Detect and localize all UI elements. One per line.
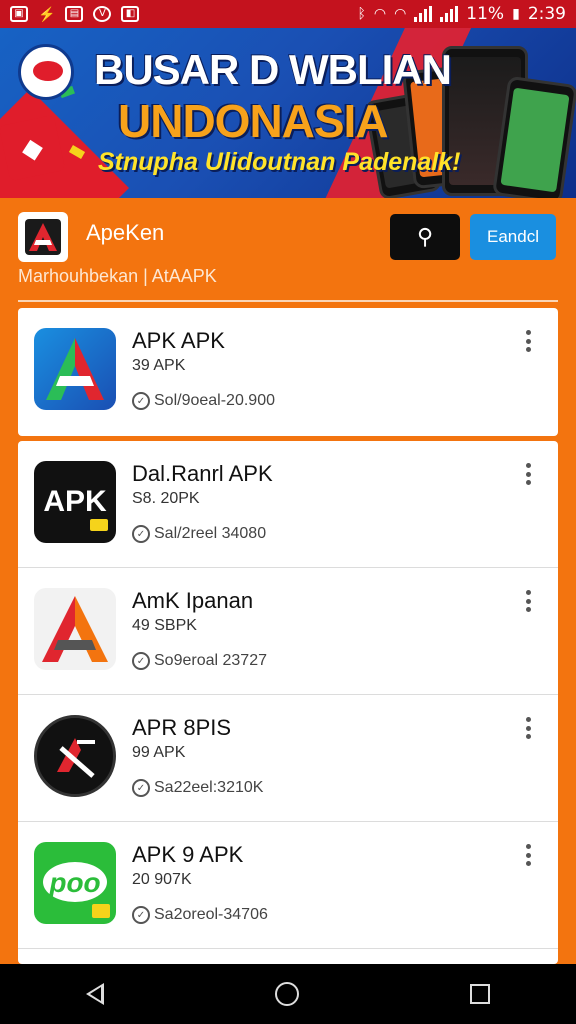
list-item[interactable]: APK APK 39 APK ✓ Sol/9oeal-20.900 [18, 308, 558, 436]
banner-tile-icon: ◆ [0, 114, 66, 182]
app-meta: ✓ Sa22eel:3210K [132, 779, 263, 797]
system-nav-bar [0, 964, 576, 1024]
verified-icon: ✓ [132, 652, 150, 670]
banner-subtitle: Stnupha Ulidoutnan Padenalk! [98, 148, 461, 176]
app-meta: ✓ Sa2oreol-34706 [132, 906, 268, 924]
list-item[interactable]: poo APK 9 APK 20 907K ✓ Sa2oreol-34706 [18, 822, 558, 949]
app-icon: APK [34, 461, 116, 543]
app-card[interactable]: APK APK 39 APK ✓ Sol/9oeal-20.900 [18, 308, 558, 436]
header-subtitle: Marhouhbekan | AtAAPK [18, 266, 217, 286]
bluetooth-icon: ᛒ [357, 6, 366, 22]
verified-icon: ✓ [132, 779, 150, 797]
clock: 2:39 [527, 4, 566, 24]
more-options-icon[interactable] [522, 463, 534, 485]
app-title: APK 9 APK [132, 842, 244, 867]
vibrate-icon: V [93, 6, 112, 22]
app-title: Dal.Ranrl APK [132, 461, 273, 486]
banner-title: BUSAR D WBLIAN [94, 46, 452, 93]
banner-logo [18, 44, 74, 100]
list-item[interactable]: APR 8PIS 99 APK ✓ Sa22eel:3210K [18, 695, 558, 822]
app-icon [34, 328, 116, 410]
app-icon [34, 588, 116, 670]
list-item[interactable]: APK Dal.Ranrl APK S8. 20PK ✓ Sal/2reel 34… [18, 441, 558, 568]
signal-icon [414, 6, 433, 22]
back-icon[interactable] [85, 983, 104, 1005]
more-options-icon[interactable] [522, 717, 534, 739]
search-icon: ⚲ [416, 224, 434, 250]
status-bar: ▣ ⚡ ▤ V ◧ ᛒ ◠ ◠ 11% ▮ 2:39 [0, 0, 576, 28]
signal-2-icon [440, 6, 459, 22]
action-button[interactable]: Eandcl [470, 214, 556, 260]
wifi-icon: ◠ [373, 6, 387, 22]
app-icon: poo [34, 842, 116, 924]
app-header: ApeKen ⚲ Eandcl Marhouhbekan | AtAAPK [18, 212, 558, 302]
app-meta: ✓ So9eroal 23727 [132, 652, 267, 670]
usb-icon: ⚡ [38, 5, 56, 22]
app-meta: ✓ Sol/9oeal-20.900 [132, 392, 275, 410]
app-size: 20 907K [132, 871, 192, 888]
more-options-icon[interactable] [522, 844, 534, 866]
notification-icon: ◧ [121, 6, 140, 22]
app-size: 39 APK [132, 357, 186, 374]
app-logo-icon [18, 212, 68, 262]
app-meta: ✓ Sal/2reel 34080 [132, 525, 266, 543]
list-item[interactable]: AmK Ipanan 49 SBPK ✓ So9eroal 23727 [18, 568, 558, 695]
app-icon [34, 715, 116, 797]
more-options-icon[interactable] [522, 330, 534, 352]
app-title: APR 8PIS [132, 715, 232, 740]
divider [18, 300, 558, 302]
promo-banner[interactable]: ◆ BUSAR D WBLIAN UNDONASIA Stnupha Ulido… [0, 28, 576, 198]
battery-percent: 11% [466, 4, 505, 24]
wifi-alt-icon: ◠ [394, 6, 407, 22]
app-size: S8. 20PK [132, 490, 200, 507]
app-size: 49 SBPK [132, 617, 197, 634]
verified-icon: ✓ [132, 906, 150, 924]
app-list: APK Dal.Ranrl APK S8. 20PK ✓ Sal/2reel 34… [18, 441, 558, 964]
app-title: AmK Ipanan [132, 588, 254, 613]
home-icon[interactable] [274, 982, 299, 1006]
recent-apps-icon[interactable] [470, 984, 491, 1004]
search-button[interactable]: ⚲ [390, 214, 460, 260]
svg-text:APK: APK [43, 485, 107, 518]
verified-icon: ✓ [132, 392, 150, 410]
more-options-icon[interactable] [522, 590, 534, 612]
verified-icon: ✓ [132, 525, 150, 543]
banner-title-2: UNDONASIA [118, 95, 389, 147]
image-icon: ▣ [10, 6, 28, 22]
battery-icon: ▮ [512, 6, 520, 22]
app-name: ApeKen [86, 220, 165, 245]
app-title: APK APK [132, 328, 225, 353]
app-size: 99 APK [132, 744, 186, 761]
svg-text:poo: poo [48, 867, 100, 898]
gallery-icon: ▤ [65, 6, 84, 22]
